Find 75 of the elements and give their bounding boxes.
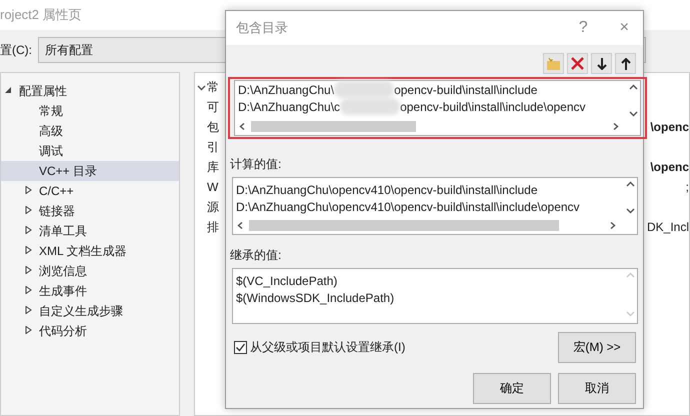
- down-button[interactable]: [591, 53, 612, 74]
- property-value: DK_Incl: [646, 220, 689, 234]
- expanded-triangle-icon[interactable]: [5, 86, 12, 94]
- scroll-right-icon[interactable]: [611, 123, 620, 130]
- directory-path: opencv-build\install\include: [394, 82, 538, 96]
- tree-item[interactable]: 浏览信息: [1, 261, 179, 281]
- tree-item[interactable]: 自定义生成步骤: [1, 301, 179, 321]
- configuration-label: 置(C):: [0, 42, 32, 58]
- tree-item[interactable]: 生成事件: [1, 281, 179, 301]
- collapsed-triangle-icon[interactable]: [25, 226, 32, 234]
- dialog-button[interactable]: 确定: [473, 373, 551, 404]
- evaluated-path: D:\AnZhuangChu\opencv410\opencv-build\install\include: [236, 182, 538, 196]
- scroll-up-icon[interactable]: [626, 181, 635, 188]
- chevron-down-icon[interactable]: [197, 84, 206, 90]
- blurred-area: [340, 98, 400, 115]
- scrollbar-thumb[interactable]: [251, 121, 416, 132]
- property-name: 源: [207, 198, 219, 216]
- delete-button[interactable]: [567, 53, 588, 74]
- tree-item[interactable]: 调试: [1, 141, 179, 161]
- up-button[interactable]: [615, 53, 636, 74]
- collapsed-triangle-icon[interactable]: [25, 286, 32, 294]
- scroll-right-icon[interactable]: [608, 222, 617, 229]
- window-title: roject2 属性页: [0, 6, 82, 24]
- close-button[interactable]: ×: [616, 19, 633, 37]
- macros-button[interactable]: 宏(M) >>: [558, 332, 636, 363]
- group-label: 常: [207, 78, 219, 96]
- inherited-path: $(VC_IncludePath): [236, 274, 338, 288]
- arrow-down-icon: [596, 58, 606, 70]
- tree-item[interactable]: C/C++: [1, 181, 179, 201]
- inherit-label: 从父级或项目默认设置继承(I): [250, 339, 406, 356]
- property-name: 包: [207, 118, 219, 136]
- scroll-left-icon[interactable]: [236, 222, 245, 229]
- collapsed-triangle-icon[interactable]: [25, 206, 32, 214]
- property-name: 可: [207, 98, 219, 116]
- directory-list[interactable]: D:\AnZhuangChu\ opencv-build\install\include D:\AnZhuangChu\c opencv-build\install\include\opencv: [234, 80, 641, 136]
- scroll-down-icon[interactable]: [626, 207, 635, 214]
- collapsed-triangle-icon[interactable]: [25, 246, 32, 254]
- property-name: W: [207, 180, 218, 194]
- inherited-label: 继承的值:: [229, 247, 282, 264]
- inherited-path: $(WindowsSDK_IncludePath): [236, 290, 394, 304]
- dialog-button[interactable]: 取消: [558, 373, 636, 404]
- tree-item[interactable]: 链接器: [1, 201, 179, 221]
- tree-item[interactable]: VC++ 目录: [1, 161, 179, 181]
- tree-item[interactable]: 常规: [1, 101, 179, 121]
- inherit-checkbox[interactable]: [234, 341, 247, 354]
- tree-item[interactable]: 配置属性: [1, 81, 179, 101]
- delete-icon: [571, 57, 584, 70]
- scroll-up-icon[interactable]: [629, 84, 638, 91]
- scrollbar-thumb[interactable]: [249, 220, 559, 231]
- tree-item[interactable]: 清单工具: [1, 221, 179, 241]
- arrow-up-icon: [620, 58, 630, 70]
- new-folder-icon: [546, 56, 561, 70]
- collapsed-triangle-icon[interactable]: [25, 266, 32, 274]
- blurred-area: [334, 81, 394, 98]
- property-name: 排: [207, 218, 219, 236]
- collapsed-triangle-icon[interactable]: [25, 326, 32, 334]
- property-value: \openc: [650, 120, 689, 134]
- tree-item[interactable]: 代码分析: [1, 321, 179, 341]
- property-name: 引: [207, 138, 219, 156]
- directory-path: D:\AnZhuangChu\c: [238, 100, 340, 114]
- property-value: ;: [686, 180, 689, 194]
- directory-path: D:\AnZhuangChu\: [238, 82, 334, 96]
- evaluated-path: D:\AnZhuangChu\opencv410\opencv-build\install\include\opencv: [236, 200, 580, 214]
- tree-item[interactable]: XML 文档生成器: [1, 241, 179, 261]
- help-button[interactable]: ?: [574, 19, 592, 37]
- property-name: 库: [207, 158, 219, 176]
- tree-item[interactable]: 高级: [1, 121, 179, 141]
- property-value: \openc: [650, 160, 689, 174]
- scroll-left-icon[interactable]: [238, 123, 247, 130]
- directory-path: opencv-build\install\include\opencv: [400, 100, 586, 114]
- evaluated-label: 计算的值:: [229, 156, 282, 173]
- collapsed-triangle-icon[interactable]: [25, 186, 32, 194]
- collapsed-triangle-icon[interactable]: [25, 306, 32, 314]
- dialog-title: 包含目录: [236, 19, 289, 37]
- scroll-down-icon[interactable]: [629, 110, 638, 117]
